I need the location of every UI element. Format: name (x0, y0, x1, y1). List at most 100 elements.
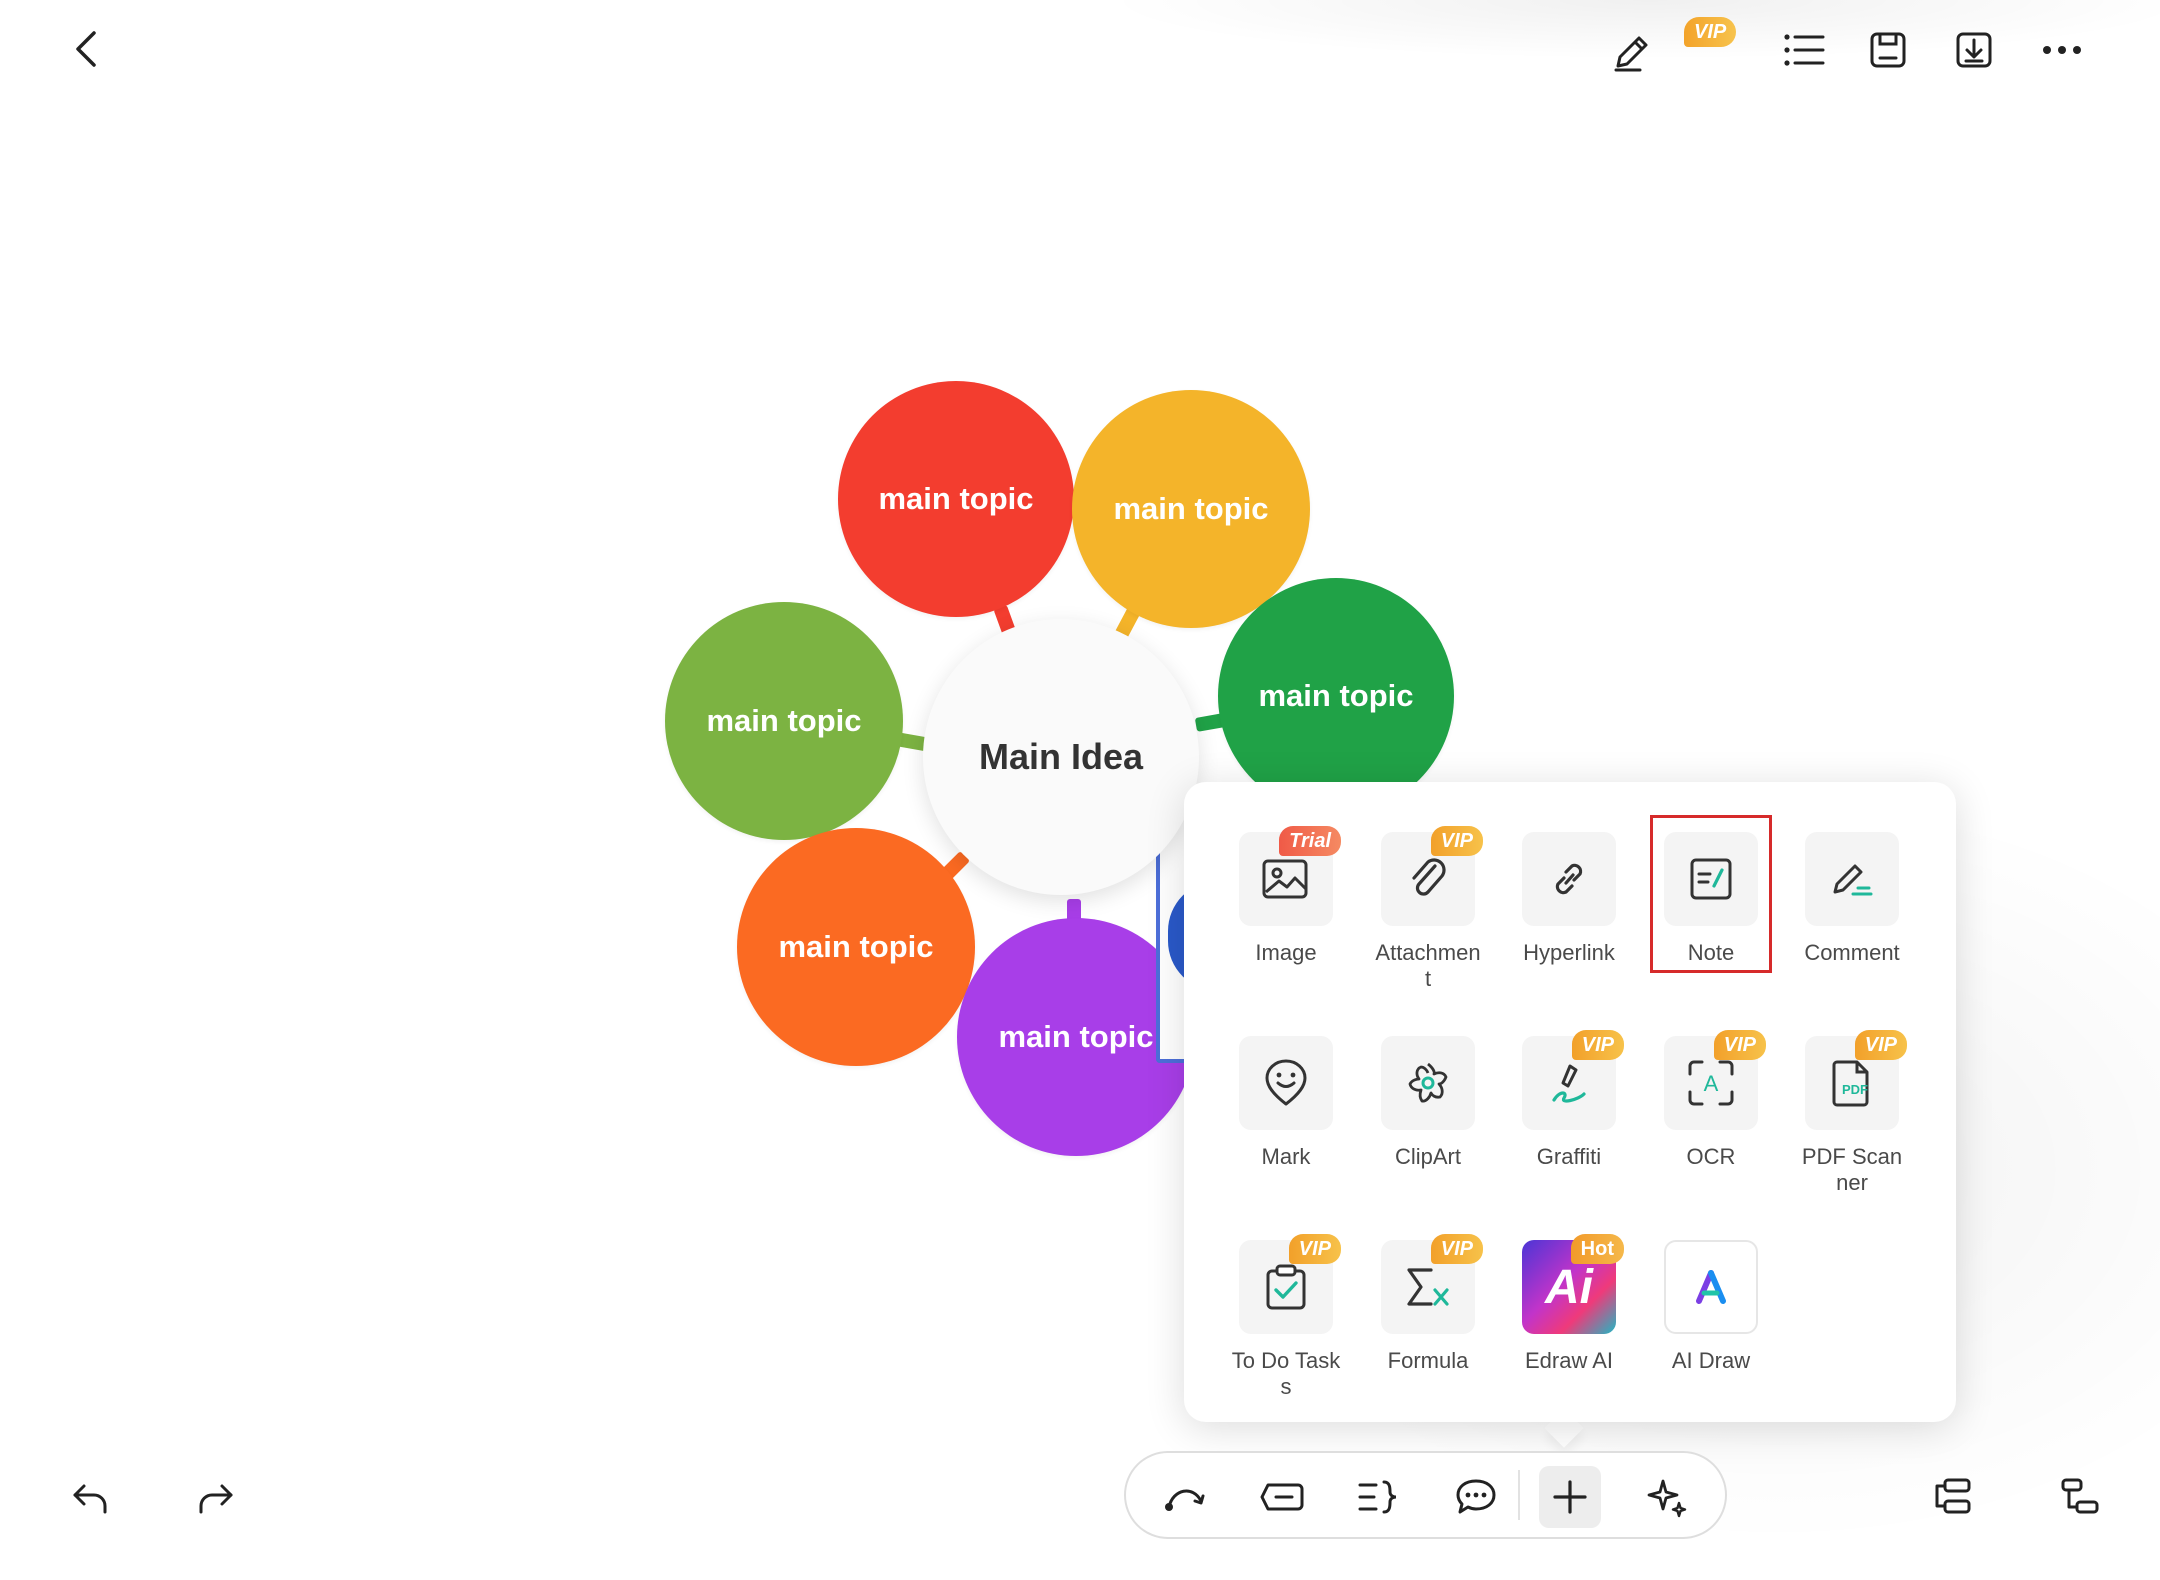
graffiti-tool-tile: VIP (1522, 1030, 1624, 1130)
tool-label: Formula (1387, 1348, 1469, 1373)
tool-label: AI Draw (1671, 1348, 1751, 1373)
main-topic-node[interactable]: main topic (838, 381, 1074, 617)
save-button[interactable] (1860, 22, 1916, 78)
comment-tool[interactable]: Comment (1787, 832, 1917, 966)
vip-badge: VIP (1288, 1234, 1341, 1264)
main-topic-node[interactable]: main topic (1218, 578, 1454, 814)
tool-label: Mark (1261, 1144, 1311, 1169)
back-button[interactable] (60, 22, 114, 76)
ocr-letter: A (1704, 1071, 1719, 1096)
save-icon (1870, 32, 1906, 68)
trial-badge: Trial (1279, 826, 1341, 856)
topic-button[interactable] (1251, 1466, 1313, 1528)
topic-box-icon (1260, 1483, 1304, 1511)
paperclip-icon (1412, 858, 1446, 896)
ai-draw-logo (1696, 1270, 1726, 1304)
hot-badge: Hot (1570, 1234, 1624, 1264)
more-button[interactable] (2032, 22, 2092, 78)
attachment-tool-tile: VIP (1381, 826, 1483, 926)
summary-button[interactable] (1348, 1466, 1410, 1528)
ocr-scan-icon: A (1688, 1060, 1734, 1106)
tool-label: PDF Scanner (1801, 1144, 1903, 1195)
ai-assistant-button[interactable] (1636, 1466, 1698, 1528)
redo-button[interactable] (186, 1468, 246, 1528)
vip-badge: VIP (1854, 1030, 1907, 1060)
more-icon (2043, 46, 2081, 54)
image-icon (1262, 859, 1308, 899)
edraw-ai-tool[interactable]: Ai Hot Edraw AI (1504, 1234, 1634, 1374)
summary-brace-icon (1358, 1480, 1397, 1514)
outline-button[interactable] (1774, 22, 1834, 78)
tool-label: Comment (1804, 940, 1900, 965)
main-topic-node[interactable]: main topic (1072, 390, 1310, 628)
download-icon (1956, 32, 1992, 68)
redo-icon (199, 1484, 233, 1514)
pdf-text: PDF (1842, 1082, 1868, 1097)
smile-marker-icon (1265, 1059, 1307, 1106)
mark-tool[interactable]: Mark (1221, 1036, 1351, 1170)
sigma-icon (1407, 1268, 1449, 1306)
tool-label: OCR (1686, 1144, 1736, 1169)
toolbar-divider (1518, 1470, 1520, 1520)
comment-tool-tile (1805, 832, 1899, 926)
plus-icon (1553, 1480, 1587, 1514)
relationship-curve-icon (1165, 1489, 1205, 1511)
flower-icon (1408, 1062, 1448, 1103)
ocr-tool-tile: A VIP (1664, 1030, 1766, 1130)
ocr-tool[interactable]: A VIP OCR (1646, 1030, 1776, 1170)
pen-icon (1614, 36, 1648, 72)
pdf-scanner-tool[interactable]: PDF VIP PDF Scanner (1787, 1030, 1917, 1196)
image-tool-tile: Trial (1239, 826, 1341, 926)
clipart-tool[interactable]: ClipArt (1363, 1036, 1493, 1170)
edraw-ai-logo: Ai (1545, 1260, 1593, 1314)
tool-label: ClipArt (1394, 1144, 1461, 1169)
image-tool[interactable]: Trial Image (1221, 826, 1351, 966)
ai-draw-tile (1664, 1240, 1758, 1334)
pdf-scanner-tool-tile: PDF VIP (1805, 1030, 1907, 1130)
vip-badge: VIP (1684, 17, 1737, 47)
chevron-left-icon (76, 31, 96, 67)
list-icon (1784, 34, 1825, 66)
main-idea-node[interactable]: Main Idea (923, 619, 1199, 895)
tool-label: To Do Tasks (1231, 1348, 1341, 1399)
tool-label: Hyperlink (1523, 940, 1615, 965)
main-topic-node[interactable]: main topic (737, 828, 975, 1066)
callout-bubble-icon (1456, 1479, 1496, 1514)
tool-label: Attachment (1375, 940, 1481, 991)
hyperlink-tool[interactable]: Hyperlink (1504, 832, 1634, 966)
tool-label: Edraw AI (1524, 1348, 1614, 1373)
vip-badge: VIP (1430, 826, 1483, 856)
callout-button[interactable] (1445, 1466, 1507, 1528)
link-icon (1555, 863, 1583, 895)
formula-tool[interactable]: VIP Formula (1363, 1234, 1493, 1374)
layout-button[interactable] (1922, 1466, 1982, 1526)
todo-clipboard-icon (1266, 1264, 1306, 1310)
attachment-tool[interactable]: VIP Attachment (1363, 826, 1493, 992)
mark-tool-tile (1239, 1036, 1333, 1130)
formula-tool-tile: VIP (1381, 1234, 1483, 1334)
pen-button[interactable] (1604, 24, 1660, 80)
ai-draw-tool[interactable]: AI Draw (1646, 1240, 1776, 1374)
vip-badge: VIP (1430, 1234, 1483, 1264)
todo-tasks-tool[interactable]: VIP To Do Tasks (1221, 1234, 1351, 1400)
brush-icon (1552, 1064, 1586, 1103)
relationship-button[interactable] (1154, 1466, 1216, 1528)
graffiti-tool[interactable]: VIP Graffiti (1504, 1030, 1634, 1170)
main-topic-node[interactable]: main topic (665, 602, 903, 840)
insert-button[interactable] (1539, 1466, 1601, 1528)
sparkle-icon (1647, 1479, 1687, 1518)
layout-icon (1935, 1478, 1971, 1514)
vip-badge: VIP (1571, 1030, 1624, 1060)
structure-icon (2061, 1478, 2099, 1514)
comment-pen-icon (1833, 864, 1873, 896)
edraw-ai-tile: Ai Hot (1522, 1234, 1624, 1334)
tool-label: Image (1255, 940, 1317, 965)
selected-item-highlight (1650, 815, 1772, 973)
vip-badge: VIP (1713, 1030, 1766, 1060)
pdf-icon: PDF (1832, 1060, 1869, 1107)
undo-button[interactable] (60, 1468, 120, 1528)
clipart-tool-tile (1381, 1036, 1475, 1130)
export-button[interactable] (1946, 22, 2002, 78)
structure-button[interactable] (2050, 1466, 2110, 1526)
tool-label: Graffiti (1536, 1144, 1602, 1169)
